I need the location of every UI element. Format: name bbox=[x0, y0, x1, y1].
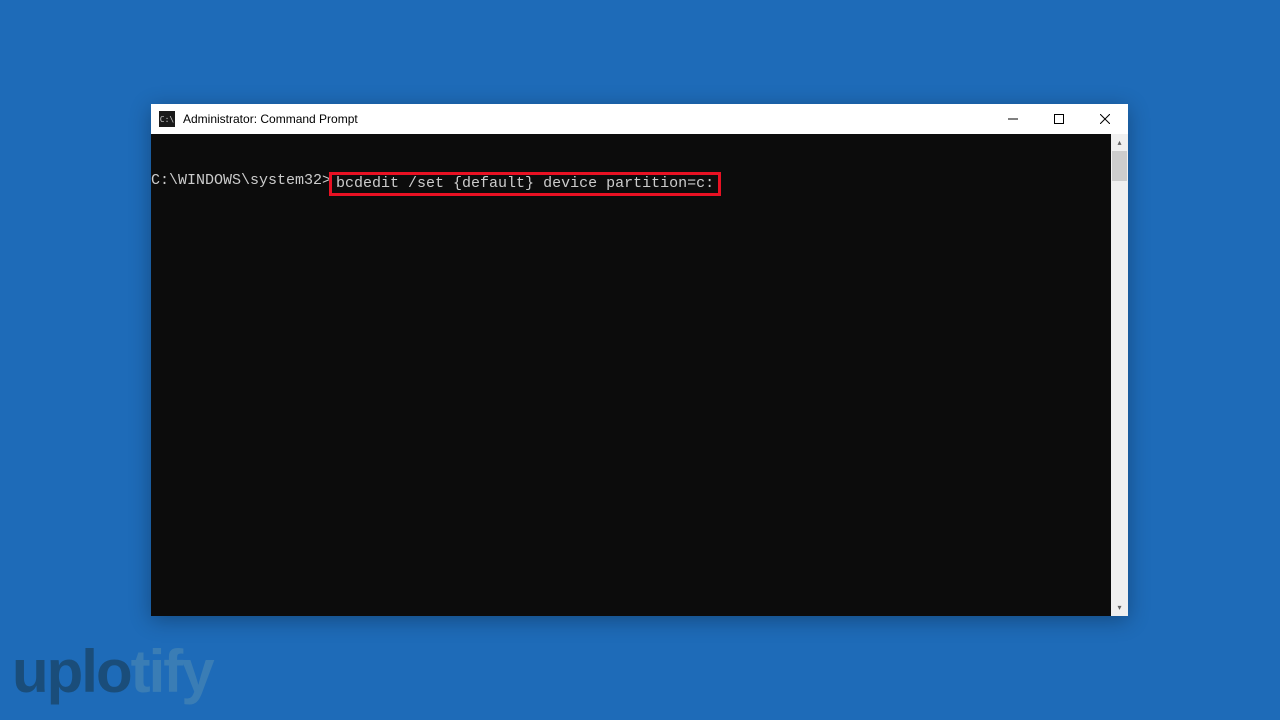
terminal-line: C:\WINDOWS\system32> bcdedit /set {defaul… bbox=[151, 170, 1111, 196]
command-prompt-window: C:\ Administrator: Command Prompt bbox=[151, 104, 1128, 616]
scroll-down-arrow-icon[interactable]: ▾ bbox=[1111, 599, 1128, 616]
command-highlight-box: bcdedit /set {default} device partition=… bbox=[329, 172, 721, 196]
scroll-track[interactable] bbox=[1111, 151, 1128, 599]
watermark-part1: uplo bbox=[12, 642, 131, 702]
command-text: bcdedit /set {default} device partition=… bbox=[336, 175, 714, 192]
scroll-up-arrow-icon[interactable]: ▴ bbox=[1111, 134, 1128, 151]
window-controls bbox=[990, 104, 1128, 134]
scroll-thumb[interactable] bbox=[1112, 151, 1127, 181]
cmd-icon: C:\ bbox=[159, 111, 175, 127]
window-titlebar[interactable]: C:\ Administrator: Command Prompt bbox=[151, 104, 1128, 134]
watermark-part2: tify bbox=[131, 642, 213, 702]
window-title: Administrator: Command Prompt bbox=[183, 112, 990, 126]
minimize-button[interactable] bbox=[990, 104, 1036, 134]
maximize-icon bbox=[1054, 114, 1064, 124]
maximize-button[interactable] bbox=[1036, 104, 1082, 134]
close-button[interactable] bbox=[1082, 104, 1128, 134]
terminal-content[interactable]: C:\WINDOWS\system32> bcdedit /set {defaul… bbox=[151, 134, 1111, 616]
terminal-area[interactable]: C:\WINDOWS\system32> bcdedit /set {defaul… bbox=[151, 134, 1128, 616]
close-icon bbox=[1100, 114, 1110, 124]
cmd-icon-label: C:\ bbox=[160, 115, 174, 124]
watermark-logo: uplotify bbox=[12, 642, 213, 702]
minimize-icon bbox=[1008, 114, 1018, 124]
vertical-scrollbar[interactable]: ▴ ▾ bbox=[1111, 134, 1128, 616]
command-prompt-path: C:\WINDOWS\system32> bbox=[151, 172, 331, 190]
